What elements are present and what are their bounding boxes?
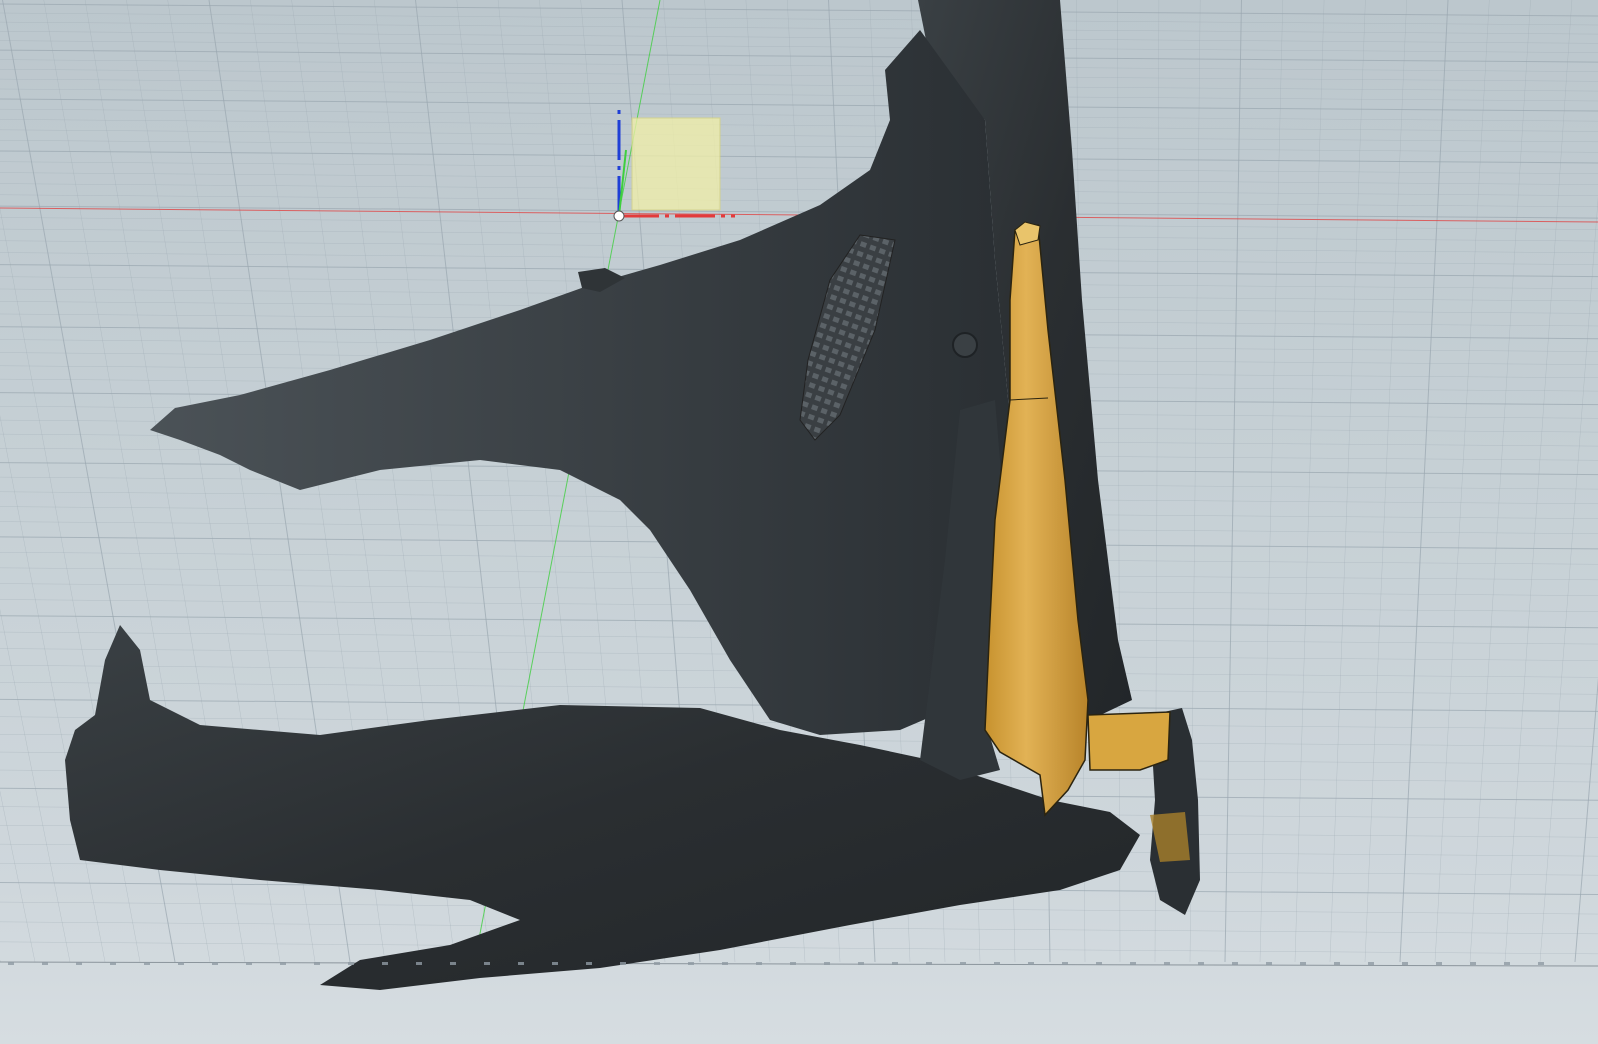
ruler-tick: [484, 962, 490, 965]
ruler-tick: [1130, 962, 1136, 965]
ruler-tick: [518, 962, 524, 965]
grid-line: [0, 150, 1598, 164]
ruler-tick: [1198, 962, 1204, 965]
ruler-tick: [824, 962, 830, 965]
grid-line: [0, 108, 1598, 122]
grid-line: [0, 98, 1598, 112]
scan-mesh-bolt: [952, 332, 978, 358]
ruler-tick: [756, 962, 762, 965]
ruler-tick: [994, 962, 1000, 965]
ruler-tick: [790, 962, 796, 965]
grid-line: [0, 140, 1598, 153]
ruler-tick: [1538, 962, 1544, 965]
ruler-tick: [1266, 962, 1272, 965]
grid-line: [1504, 0, 1573, 963]
ruler-tick: [960, 962, 966, 965]
ruler-tick: [1300, 962, 1306, 965]
ruler-tick: [110, 962, 116, 965]
grid-ruler: [0, 962, 1598, 982]
ruler-tick: [688, 962, 694, 965]
grid-line: [0, 790, 36, 963]
3d-viewport[interactable]: [0, 0, 1598, 1044]
ruler-tick: [722, 962, 728, 965]
ruler-tick: [178, 962, 184, 965]
ruler-tick: [42, 962, 48, 965]
ruler-tick: [1334, 962, 1340, 965]
ruler-tick: [620, 962, 626, 965]
grid-line: [0, 69, 1598, 82]
grid-line: [0, 21, 1598, 35]
grid-line: [0, 49, 1598, 63]
ruler-tick: [1368, 962, 1374, 965]
ruler-tick: [892, 962, 898, 965]
ruler-tick: [1028, 962, 1034, 965]
grid-line: [0, 941, 1598, 955]
ruler-tick: [1504, 962, 1510, 965]
ruler-tick: [246, 962, 252, 965]
grid-line: [0, 88, 1598, 102]
ruler-tick: [382, 962, 388, 965]
ruler-tick: [1232, 962, 1238, 965]
ruler-tick: [144, 962, 150, 965]
ruler-tick: [416, 962, 422, 965]
ruler-tick: [348, 962, 354, 965]
ruler-tick: [552, 962, 558, 965]
ruler-tick: [76, 962, 82, 965]
grid-line: [0, 40, 1598, 53]
ruler-tick: [586, 962, 592, 965]
ruler-tick: [926, 962, 932, 965]
grid-line: [1574, 677, 1598, 963]
bracket-foot[interactable]: [1087, 711, 1171, 771]
grid-line: [1224, 0, 1242, 963]
grid-line: [0, 119, 1598, 132]
ruler-tick: [1470, 962, 1476, 965]
grid-line: [1259, 0, 1284, 963]
grid-line: [0, 161, 1598, 174]
grid-line: [0, 129, 1598, 143]
grid-line: [1539, 196, 1598, 963]
grid-line: [0, 31, 1598, 44]
grid-line: [0, 608, 71, 963]
ruler-tick: [280, 962, 286, 965]
grid-line: [0, 78, 1598, 92]
ruler-tick: [654, 962, 660, 965]
ruler-tick: [858, 962, 864, 965]
scan-mesh-upper-wing[interactable]: [150, 30, 1020, 735]
sketch-plane[interactable]: [631, 117, 721, 211]
grid-line: [1329, 0, 1366, 963]
ruler-tick: [450, 962, 456, 965]
grid-line: [1364, 0, 1407, 963]
ruler-tick: [314, 962, 320, 965]
ruler-tick: [1096, 962, 1102, 965]
viewport-scene[interactable]: [0, 0, 1598, 1044]
ruler-tick: [1062, 962, 1068, 965]
grid-line: [1117, 0, 1121, 963]
ruler-tick: [212, 962, 218, 965]
ruler-tick: [1164, 962, 1170, 965]
grid-line: [1294, 0, 1325, 963]
origin-point[interactable]: [613, 210, 625, 222]
ruler-tick: [8, 962, 14, 965]
ruler-tick: [1436, 962, 1442, 965]
grid-line: [0, 59, 1598, 72]
grid-line: [0, 3, 1598, 17]
grid-line: [0, 172, 1598, 185]
grid-line: [0, 12, 1598, 26]
ruler-tick: [1402, 962, 1408, 965]
